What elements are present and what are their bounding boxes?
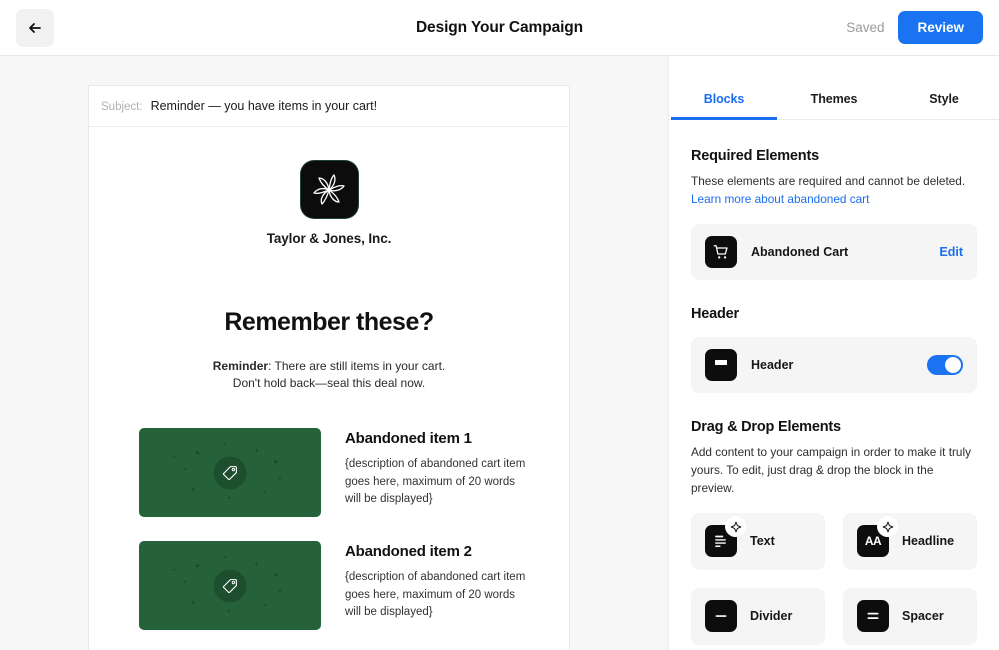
- panel-content[interactable]: Required Elements These elements are req…: [669, 120, 999, 650]
- tab-style[interactable]: Style: [889, 92, 999, 119]
- drag-drop-title: Drag & Drop Elements: [691, 418, 841, 435]
- ai-sparkle-icon: [877, 516, 898, 538]
- shopping-cart-icon: [705, 235, 737, 268]
- drag-tile-headline[interactable]: AA Headline: [843, 512, 977, 570]
- ai-sparkle-icon: [725, 516, 746, 538]
- divider-block-icon: [705, 600, 737, 633]
- required-elements-description: These elements are required and cannot b…: [691, 173, 977, 209]
- required-elements-title: Required Elements: [691, 148, 819, 164]
- email-subcopy[interactable]: Reminder: There are still items in your …: [89, 358, 569, 391]
- saved-status: Saved: [846, 20, 885, 35]
- block-label: Header: [751, 357, 794, 372]
- tab-themes[interactable]: Themes: [779, 92, 889, 119]
- text-block-icon: [705, 516, 746, 558]
- email-preview-canvas[interactable]: Subject: Reminder — you have items in yo…: [0, 56, 668, 650]
- tile-label: Text: [750, 534, 775, 549]
- drag-tile-text[interactable]: Text: [691, 512, 825, 570]
- top-bar-actions: Saved Review: [846, 11, 983, 44]
- price-tag-icon: [213, 456, 247, 490]
- blocks-panel: Blocks Themes Style Required Elements Th…: [668, 56, 999, 650]
- abandoned-items-list: ✦ ✦ ✦ ✦ ✦ ✦ ✦ ✦ ✦ ✦ Abandoned item 1 {de…: [89, 428, 569, 650]
- item-image-placeholder[interactable]: ✦ ✦ ✦ ✦ ✦ ✦ ✦ ✦ ✦ ✦: [139, 428, 321, 518]
- top-bar: Design Your Campaign Saved Review: [0, 0, 999, 56]
- item-image-placeholder[interactable]: ✦ ✦ ✦ ✦ ✦ ✦ ✦ ✦ ✦ ✦: [139, 541, 321, 631]
- header-toggle[interactable]: [927, 354, 963, 375]
- subject-label: Subject:: [101, 101, 143, 113]
- email-card: Subject: Reminder — you have items in yo…: [88, 85, 570, 650]
- subject-row[interactable]: Subject: Reminder — you have items in yo…: [89, 86, 569, 127]
- subcopy-bold: Reminder: [212, 359, 269, 373]
- subcopy-rest: : There are still items in your cart.: [268, 359, 446, 373]
- list-item[interactable]: ✦ ✦ ✦ ✦ ✦ ✦ ✦ ✦ ✦ ✦: [139, 428, 569, 518]
- drag-drop-description: Add content to your campaign in order to…: [691, 444, 971, 495]
- required-desc-text: These elements are required and cannot b…: [691, 174, 966, 188]
- flower-logo-icon: [300, 161, 358, 218]
- panel-tabs: Blocks Themes Style: [669, 56, 999, 120]
- review-button[interactable]: Review: [898, 11, 983, 44]
- block-row-abandoned-cart[interactable]: Abandoned Cart Edit: [691, 223, 977, 280]
- app-body: Subject: Reminder — you have items in yo…: [0, 56, 999, 650]
- tab-blocks[interactable]: Blocks: [669, 92, 779, 120]
- spacer-block-icon: [857, 600, 889, 633]
- item-text: Abandoned item 2 {description of abandon…: [345, 541, 531, 630]
- header-section-title: Header: [691, 305, 739, 322]
- price-tag-icon: [213, 569, 247, 603]
- item-description[interactable]: {description of abandoned cart item goes…: [345, 456, 531, 508]
- back-button[interactable]: [16, 8, 54, 47]
- brand-name: Taylor & Jones, Inc.: [266, 231, 392, 246]
- drag-tile-divider[interactable]: Divider: [691, 587, 825, 645]
- block-row-header[interactable]: Header: [691, 336, 977, 393]
- block-label: Abandoned Cart: [751, 244, 849, 259]
- subject-value[interactable]: Reminder — you have items in your cart!: [151, 99, 377, 113]
- aa-glyph: AA: [864, 534, 882, 549]
- tile-label: Spacer: [902, 609, 944, 624]
- header-block-icon: [705, 348, 737, 381]
- tile-label: Divider: [750, 609, 793, 624]
- tile-label: Headline: [902, 534, 955, 549]
- item-text: Abandoned item 1 {description of abandon…: [345, 428, 531, 517]
- item-description[interactable]: {description of abandoned cart item goes…: [345, 569, 531, 621]
- subcopy-line2: Don't hold back—seal this deal now.: [232, 375, 426, 390]
- item-title[interactable]: Abandoned item 1: [345, 430, 531, 447]
- email-headline[interactable]: Remember these?: [89, 308, 569, 337]
- arrow-left-icon: [27, 20, 43, 36]
- toggle-knob: [945, 356, 961, 373]
- brand-header-block[interactable]: Taylor & Jones, Inc.: [89, 161, 569, 246]
- item-title[interactable]: Abandoned item 2: [345, 543, 531, 560]
- drag-tile-spacer[interactable]: Spacer: [843, 587, 977, 645]
- headline-block-icon: AA: [857, 516, 898, 558]
- drag-drop-tile-grid: Text AA Headline Divider Spacer: [691, 512, 977, 645]
- list-item[interactable]: ✦ ✦ ✦ ✦ ✦ ✦ ✦ ✦ ✦ ✦: [139, 541, 569, 631]
- email-body: Taylor & Jones, Inc. Remember these? Rem…: [89, 127, 569, 650]
- edit-button[interactable]: Edit: [939, 245, 963, 259]
- learn-more-link[interactable]: Learn more about abandoned cart: [691, 192, 869, 206]
- campaign-designer-app: Design Your Campaign Saved Review Subjec…: [0, 0, 999, 650]
